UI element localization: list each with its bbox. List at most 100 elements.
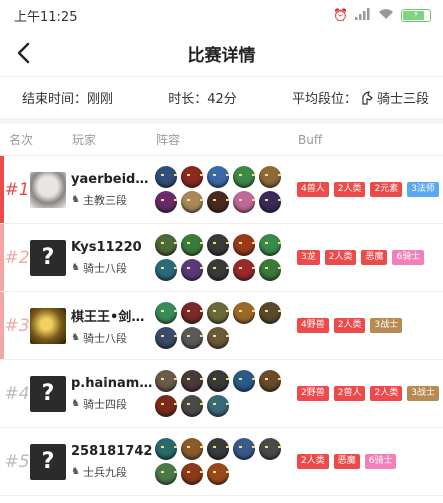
hero-icon[interactable] <box>207 327 229 349</box>
hero-icon[interactable] <box>233 438 255 460</box>
hero-icon[interactable] <box>155 191 177 213</box>
rank-number: #5 <box>4 451 30 472</box>
rank-number: #4 <box>4 383 30 404</box>
buff-badge: 2人类 <box>333 318 366 333</box>
division-label: 骑士四段 <box>82 397 127 411</box>
buff-badge: 3战士 <box>407 386 439 401</box>
hero-icon[interactable] <box>233 191 255 213</box>
player-row[interactable]: #2? Kys11220 ♞ 骑士八段 3龙 2人类 恶魔 6骑士 <box>0 224 443 292</box>
hero-icon[interactable] <box>207 234 229 256</box>
hero-icon[interactable] <box>207 370 229 392</box>
player-name[interactable]: Kys11220 <box>71 240 153 255</box>
hero-icon[interactable] <box>155 327 177 349</box>
hero-icon[interactable] <box>181 395 203 417</box>
hero-icon[interactable] <box>155 395 177 417</box>
hero-icon[interactable] <box>181 234 203 256</box>
nav-bar: 比赛详情 <box>0 30 443 76</box>
hero-icon[interactable] <box>207 463 229 485</box>
avatar[interactable]: ? <box>30 375 66 412</box>
hero-icon[interactable] <box>207 438 229 460</box>
hero-icon[interactable] <box>207 166 229 188</box>
avatar[interactable]: ? <box>30 239 66 276</box>
buff-list: 4兽人 2人类 2元素 3法师 <box>297 182 443 197</box>
hero-icon[interactable] <box>155 463 177 485</box>
chevron-left-icon <box>17 42 30 64</box>
player-row[interactable]: #4? p.hainam19… ♞骑士四段 2野兽 2兽人 2人类 3战士 <box>0 360 443 428</box>
avatar[interactable] <box>30 307 66 344</box>
hero-icon[interactable] <box>155 302 177 324</box>
hero-icon[interactable] <box>259 370 281 392</box>
player-division: ♞ 骑士四段 <box>71 396 155 412</box>
hero-icon[interactable] <box>155 438 177 460</box>
hero-icon[interactable] <box>181 259 203 281</box>
hero-icon[interactable] <box>233 234 255 256</box>
hero-icon[interactable] <box>155 259 177 281</box>
hero-icon[interactable] <box>155 234 177 256</box>
hero-icon[interactable] <box>181 302 203 324</box>
division-icon: ♞ <box>71 466 80 477</box>
buff-badge: 2人类 <box>333 182 366 197</box>
hero-icon[interactable] <box>181 463 203 485</box>
hero-icon[interactable] <box>207 395 229 417</box>
player-name[interactable]: 258181742 <box>71 444 153 459</box>
avatar[interactable]: ? <box>30 443 66 480</box>
hero-icon[interactable] <box>181 438 203 460</box>
hero-icon[interactable] <box>181 166 203 188</box>
player-info: Kys11220 ♞ 骑士八段 <box>71 240 155 276</box>
col-player: 玩家 <box>72 133 97 147</box>
player-name[interactable]: p.hainam19… <box>71 376 153 391</box>
division-icon: ♞ <box>71 398 80 409</box>
avatar[interactable] <box>30 171 66 208</box>
buff-badge: 2人类 <box>297 454 329 469</box>
alarm-icon: ⏰ <box>333 8 348 22</box>
back-button[interactable] <box>8 38 38 68</box>
hero-icon[interactable] <box>155 370 177 392</box>
buff-badge: 2兽人 <box>333 386 366 401</box>
player-row[interactable]: #1 yaerbeide77 ♞主教三段 4兽人 2人类 2元素 3法师 <box>0 156 443 224</box>
hero-icon[interactable] <box>181 370 203 392</box>
hero-icon[interactable] <box>259 234 281 256</box>
hero-icon[interactable] <box>259 191 281 213</box>
hero-icon[interactable] <box>259 438 281 460</box>
hero-icon[interactable] <box>155 166 177 188</box>
buff-badge: 3战士 <box>370 318 403 333</box>
hero-icon[interactable] <box>259 166 281 188</box>
buff-badge: 6骑士 <box>392 250 425 265</box>
wifi-icon <box>378 8 394 23</box>
lineup <box>155 166 297 213</box>
hero-icon[interactable] <box>207 191 229 213</box>
division-icon: ♞ <box>71 194 80 205</box>
hero-icon[interactable] <box>233 370 255 392</box>
rank-number: #2 <box>4 247 30 268</box>
rank-indicator <box>0 360 4 427</box>
status-bar: 上午11:25 ⏰ ⚡ <box>0 0 443 30</box>
average-rank: 平均段位： 骑士三段 <box>292 88 429 107</box>
hero-icon[interactable] <box>259 259 281 281</box>
average-rank-label: 平均段位： <box>291 92 357 107</box>
hero-icon[interactable] <box>259 302 281 324</box>
rank-indicator <box>0 292 4 359</box>
hero-icon[interactable] <box>207 259 229 281</box>
buff-list: 2人类 恶魔 6骑士 <box>297 454 443 469</box>
hero-icon[interactable] <box>233 259 255 281</box>
hero-icon[interactable] <box>181 327 203 349</box>
knight-icon <box>362 90 373 105</box>
buff-badge: 2人类 <box>370 386 403 401</box>
buff-badge: 3龙 <box>297 250 320 265</box>
player-info: yaerbeide77 ♞主教三段 <box>71 172 155 208</box>
player-name[interactable]: yaerbeide77 <box>71 172 153 187</box>
rank-indicator <box>0 224 4 291</box>
hero-icon[interactable] <box>233 166 255 188</box>
player-row[interactable]: #5? 258181742 ♞ 士兵九段 2人类 恶魔 6骑士 <box>0 428 443 496</box>
rank-number: #1 <box>4 179 30 200</box>
hero-icon[interactable] <box>181 191 203 213</box>
player-name[interactable]: 棋王王•剑衣… <box>71 306 153 325</box>
buff-badge: 2元素 <box>370 182 403 197</box>
hero-icon[interactable] <box>233 302 255 324</box>
buff-list: 3龙 2人类 恶魔 6骑士 <box>297 250 443 265</box>
buff-badge: 4野兽 <box>297 318 329 333</box>
duration: 时长：42分 <box>168 92 237 107</box>
page-title: 比赛详情 <box>187 45 256 66</box>
hero-icon[interactable] <box>207 302 229 324</box>
player-row[interactable]: #3 棋王王•剑衣… ♞ 骑士八段 4野兽 2人类 3战士 <box>0 292 443 360</box>
